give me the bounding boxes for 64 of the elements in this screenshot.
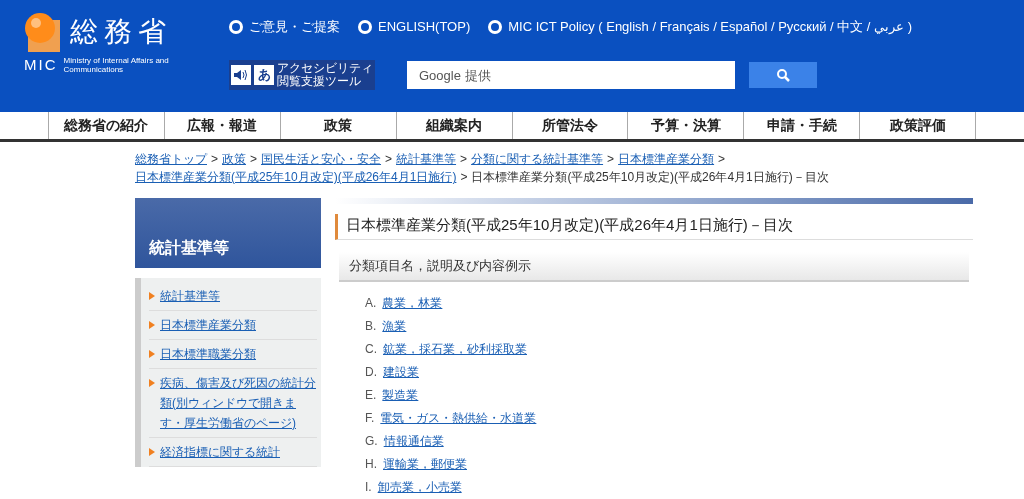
breadcrumb-separator: > [607, 152, 615, 166]
breadcrumb-separator: > [211, 152, 218, 166]
category-link[interactable]: 製造業 [382, 386, 419, 404]
triangle-icon [149, 448, 155, 456]
sidebar-link[interactable]: 日本標準職業分類 [160, 344, 256, 364]
category-link[interactable]: 農業，林業 [382, 294, 443, 312]
breadcrumb-link[interactable]: 国民生活と安心・安全 [261, 152, 382, 166]
item-letter: D. [365, 364, 377, 381]
nav-tab[interactable]: 申請・手続 [743, 112, 860, 139]
breadcrumb-separator: > [250, 152, 258, 166]
category-link[interactable]: 運輸業，郵便業 [383, 455, 467, 473]
nav-tab[interactable]: 所管法令 [511, 112, 628, 139]
breadcrumb-link[interactable]: 政策 [222, 152, 246, 166]
triangle-icon [149, 379, 155, 387]
section-title: 分類項目名，説明及び内容例示 [349, 256, 531, 275]
item-letter: E. [365, 387, 377, 404]
item-letter: G. [365, 433, 378, 450]
sidebar-link[interactable]: 疾病、傷害及び死因の統計分類(別ウィンドウで開きます・厚生労働省のページ) [160, 373, 317, 433]
breadcrumb-link[interactable]: 分類に関する統計基準等 [471, 152, 604, 166]
sidebar-link[interactable]: 経済指標に関する統計 [160, 442, 280, 462]
item-letter: B. [365, 318, 377, 335]
item-letter: I. [365, 479, 372, 496]
logo-subtitle: Ministry of Internal Affairs and Communications [63, 56, 170, 75]
category-link[interactable]: 電気・ガス・熱供給・水道業 [380, 409, 537, 427]
category-link[interactable]: 鉱業，採石業，砂利採取業 [383, 340, 527, 358]
triangle-icon [149, 292, 155, 300]
top-link[interactable]: ご意見・ご提案 [229, 17, 340, 37]
breadcrumb-current: 日本標準産業分類(平成25年10月改定)(平成26年4月1日施行)－目次 [471, 170, 829, 184]
top-link[interactable]: ENGLISH(TOP) [358, 17, 471, 37]
category-link[interactable]: 卸売業，小売業 [377, 478, 462, 496]
logo-abbr: MIC [24, 55, 58, 75]
speaker-icon [231, 65, 251, 85]
search-field[interactable]: Google 提供 [407, 61, 735, 89]
nav-tab[interactable]: 政策評価 [859, 112, 976, 139]
nav-tab[interactable]: 総務省の紹介 [48, 112, 164, 139]
breadcrumb-link[interactable]: 日本標準産業分類(平成25年10月改定)(平成26年4月1日施行) [135, 170, 457, 184]
top-link[interactable]: MIC ICT Policy ( English / Français / Español / Русский / 中文 / عربي ) [488, 17, 913, 37]
nav-tab[interactable]: 政策 [279, 112, 396, 139]
page-title: 日本標準産業分類(平成25年10月改定)(平成26年4月1日施行)－目次 [346, 215, 794, 235]
category-link[interactable]: 建設業 [383, 363, 419, 381]
item-letter: H. [365, 456, 377, 473]
breadcrumb-separator: > [460, 152, 468, 166]
breadcrumb-separator: > [460, 170, 468, 184]
search-icon [776, 68, 790, 82]
sidebar-link[interactable]: 統計基準等 [160, 286, 220, 306]
nav-tab[interactable]: 予算・決算 [627, 112, 744, 139]
sidebar-link[interactable]: 日本標準産業分類 [160, 315, 256, 335]
category-link[interactable]: 漁業 [382, 317, 407, 335]
logo-title: 総務省 [70, 18, 172, 46]
item-letter: A. [365, 295, 377, 312]
search-button[interactable] [749, 62, 817, 88]
breadcrumb-separator: > [385, 152, 393, 166]
category-link[interactable]: 情報通信業 [383, 432, 444, 450]
sidebar-title: 統計基準等 [149, 238, 229, 258]
item-letter: C. [365, 341, 377, 358]
triangle-icon [149, 350, 155, 358]
triangle-icon [149, 321, 155, 329]
breadcrumb-link[interactable]: 日本標準産業分類 [618, 152, 715, 166]
nav-tab[interactable]: 広報・報道 [163, 112, 280, 139]
nav-tab[interactable]: 組織案内 [395, 112, 512, 139]
breadcrumb-separator: > [718, 152, 726, 166]
breadcrumb-link[interactable]: 統計基準等 [396, 152, 457, 166]
item-letter: F. [365, 410, 375, 427]
breadcrumb-link[interactable]: 総務省トップ [135, 152, 207, 166]
